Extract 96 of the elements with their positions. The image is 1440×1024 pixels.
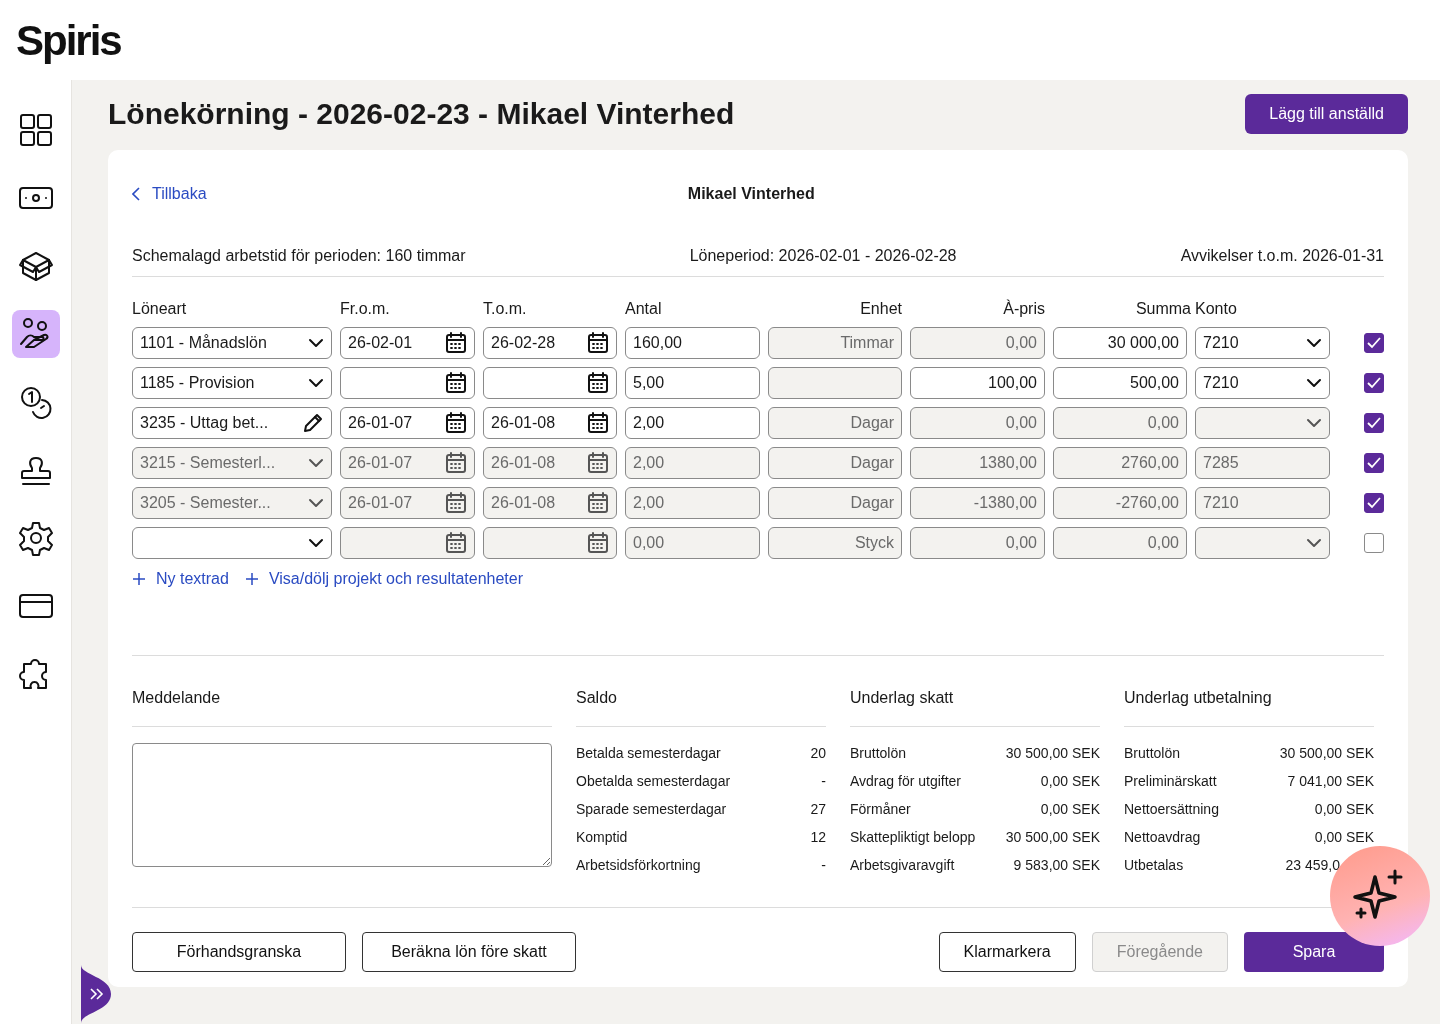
employee-name: Mikael Vinterhed (687, 184, 815, 204)
back-link[interactable]: Tillbaka (132, 182, 207, 206)
summary-value: 23 459,0 (1285, 856, 1340, 875)
quantity-field: 2,00 (625, 447, 760, 479)
amount-field: 2760,00 (1053, 447, 1187, 479)
unit-price-field: 0,00 (910, 407, 1045, 439)
date-field: 26-01-07 (340, 447, 475, 479)
summary-label: Skattepliktigt belopp (850, 828, 976, 847)
amount-field: -2760,00 (1053, 487, 1187, 519)
amount-field[interactable]: 500,00 (1053, 367, 1187, 399)
section-title: Meddelande (132, 686, 552, 727)
wage-type-select[interactable]: 1101 - Månadslön (132, 327, 332, 359)
summary-value: 30 500,00 SEK (1005, 744, 1100, 763)
summary-label: Arbetsidsförkortning (576, 856, 701, 875)
column-header: Löneart (132, 299, 188, 319)
summary-label: Förmåner (850, 800, 911, 819)
amount-field: 0,00 (1053, 407, 1187, 439)
date-field[interactable]: 26-02-28 (483, 327, 617, 359)
column-header: Enhet (859, 299, 902, 319)
column-header: À-pris (1002, 298, 1045, 319)
date-field[interactable]: 26-01-08 (483, 407, 617, 439)
summary-label: Preliminärskatt (1124, 772, 1217, 791)
wage-type-select: 3205 - Semester... (132, 487, 332, 519)
wage-type-field[interactable]: 3235 - Uttag bet... (132, 407, 332, 439)
account-field: 7210 (1195, 487, 1330, 519)
section-title: Saldo (576, 686, 826, 727)
column-header: Antal (625, 299, 663, 319)
quantity-field[interactable]: 5,00 (625, 367, 760, 399)
summary-value: 0,00 SEK (1040, 772, 1100, 791)
date-field: 26-01-08 (483, 487, 617, 519)
unit-field: Dagar (768, 407, 902, 439)
summary-value: 0,00 SEK (1314, 800, 1374, 819)
logo: Spiris (16, 15, 121, 66)
add-employee-button[interactable]: Lägg till anställd (1245, 94, 1408, 134)
section-title: Underlag utbetalning (1124, 686, 1374, 727)
account-select[interactable]: 7210 (1195, 367, 1330, 399)
summary-value: 12 (810, 828, 826, 847)
quantity-field[interactable]: 2,00 (625, 407, 760, 439)
summary-value: 0,00 SEK (1314, 828, 1374, 847)
unit-field: Styck (768, 527, 902, 559)
amount-field[interactable]: 30 000,00 (1053, 327, 1187, 359)
action-button[interactable]: Beräkna lön före skatt (362, 932, 576, 972)
quantity-field: 0,00 (625, 527, 760, 559)
column-header: Summa (1134, 299, 1191, 319)
info-text: Löneperiod: 2026-02-01 - 2026-02-28 (689, 246, 957, 266)
column-header: Fr.o.m. (340, 299, 391, 319)
wage-type-select: 3215 - Semesterl... (132, 447, 332, 479)
summary-value: 0,00 SEK (1040, 800, 1100, 819)
summary-label: Sparade semesterdagar (576, 800, 727, 819)
account-select[interactable]: 7210 (1195, 327, 1330, 359)
summary-value: - (821, 772, 826, 791)
wage-type-select[interactable]: 1185 - Provision (132, 367, 332, 399)
date-field: 26-01-07 (340, 487, 475, 519)
quantity-field: 2,00 (625, 487, 760, 519)
unit-field: Dagar (768, 487, 902, 519)
info-text: Avvikelser t.o.m. 2026-01-31 (1180, 246, 1384, 266)
summary-value: - (821, 856, 826, 875)
unit-field: Dagar (768, 447, 902, 479)
summary-label: Komptid (576, 828, 628, 847)
unit-price-field[interactable]: 100,00 (910, 367, 1045, 399)
info-text: Schemalagd arbetstid för perioden: 160 timmar (132, 246, 466, 266)
unit-price-field: 1380,00 (910, 447, 1045, 479)
action-button[interactable]: Spara (1244, 932, 1384, 972)
summary-label: Avdrag för utgifter (850, 772, 962, 791)
summary-value: 30 500,00 SEK (1279, 744, 1374, 763)
summary-label: Nettoavdrag (1124, 828, 1201, 847)
summary-label: Utbetalas (1124, 856, 1184, 875)
date-field[interactable]: 26-01-07 (340, 407, 475, 439)
date-field[interactable]: 26-02-01 (340, 327, 475, 359)
summary-value: 27 (810, 800, 826, 819)
section-title: Underlag skatt (850, 686, 1100, 727)
summary-value: 30 500,00 SEK (1005, 828, 1100, 847)
column-header: Konto (1195, 299, 1238, 319)
action-button[interactable]: Förhandsgranska (132, 932, 346, 972)
amount-field: 0,00 (1053, 527, 1187, 559)
account-field: 7285 (1195, 447, 1330, 479)
unit-field: Timmar (768, 327, 902, 359)
summary-label: Nettoersättning (1124, 800, 1219, 819)
action-button[interactable]: Klarmarkera (938, 932, 1076, 972)
summary-label: Obetalda semesterdagar (576, 772, 731, 791)
add-link[interactable]: Visa/dölj projekt och resultatenheter (244, 567, 523, 591)
date-field: 26-01-08 (483, 447, 617, 479)
column-header: T.o.m. (483, 299, 528, 319)
unit-price-field: 0,00 (910, 527, 1045, 559)
unit-price-field: -1380,00 (910, 487, 1045, 519)
summary-label: Arbetsgivaravgift (850, 856, 955, 875)
summary-value: 9 583,00 SEK (1013, 856, 1100, 875)
summary-value: 7 041,00 SEK (1287, 772, 1374, 791)
quantity-field[interactable]: 160,00 (625, 327, 760, 359)
summary-label: Bruttolön (1124, 744, 1181, 763)
summary-label: Betalda semesterdagar (576, 744, 721, 763)
summary-value: 20 (810, 744, 826, 763)
page-title: Lönekörning - 2026-02-23 - Mikael Vinterhed (108, 96, 735, 132)
add-link[interactable]: Ny textrad (132, 567, 229, 591)
summary-label: Bruttolön (850, 744, 907, 763)
unit-price-field: 0,00 (910, 327, 1045, 359)
